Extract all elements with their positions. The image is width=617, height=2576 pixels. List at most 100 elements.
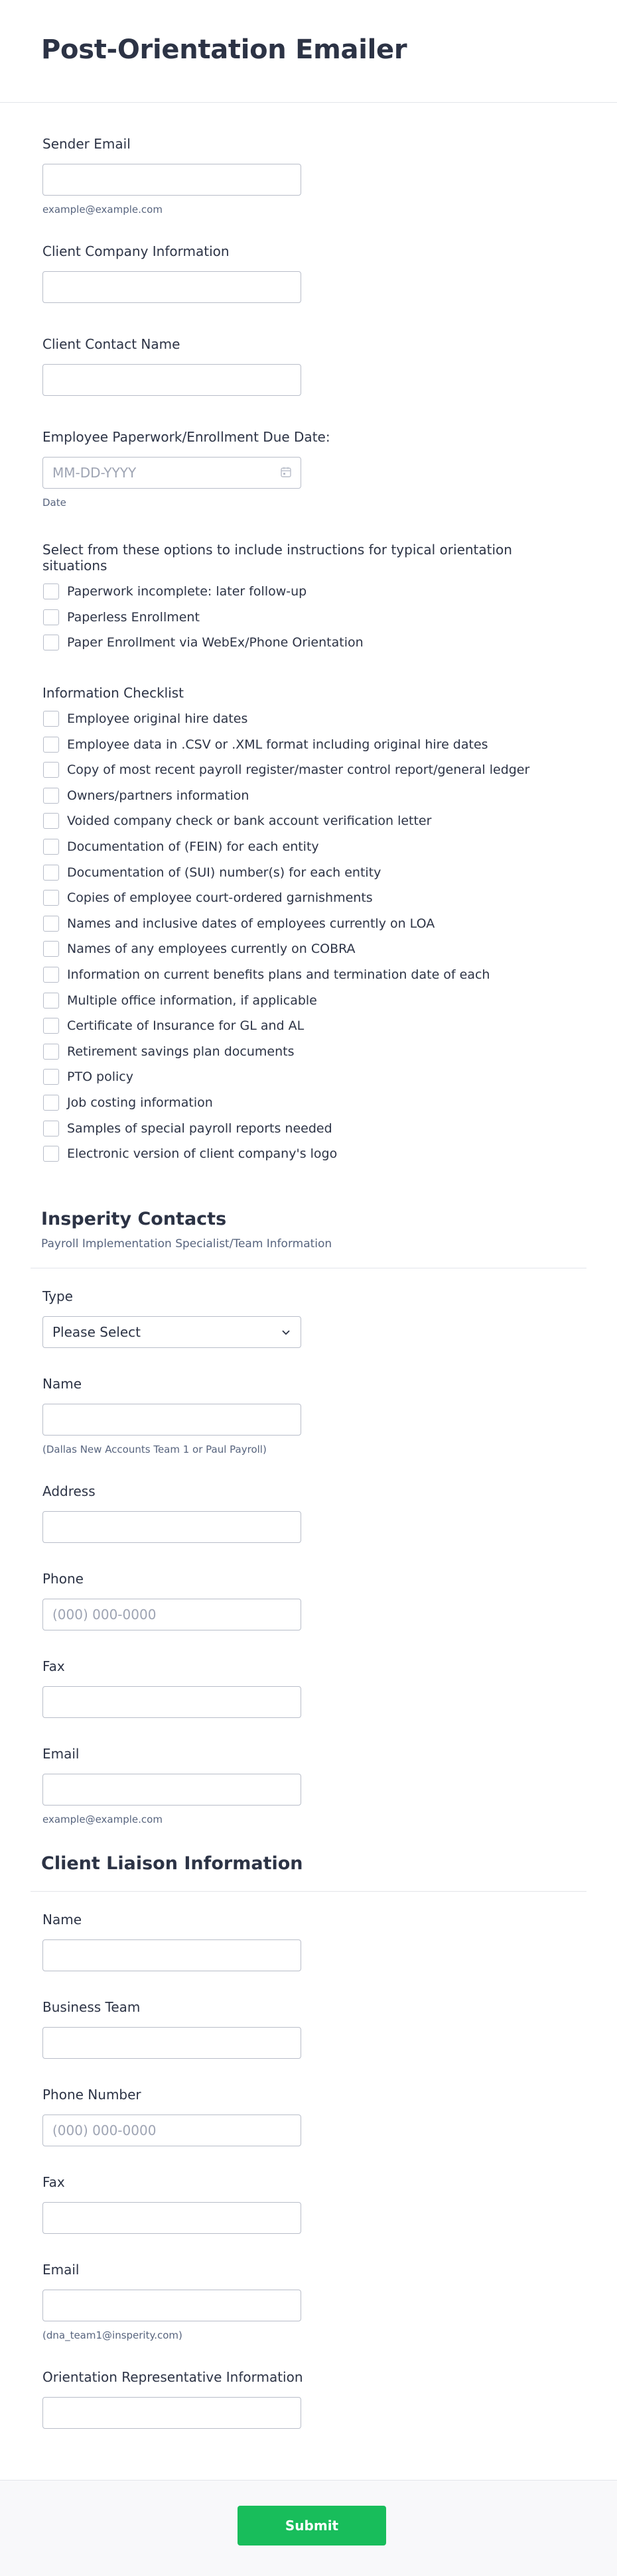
liaison-fields: Name Business Team Phone Number Fax Emai… [0,1912,617,2429]
checkbox-item[interactable]: Paperwork incomplete: later follow-up [42,579,575,605]
page-title: Post-Orientation Emailer [41,34,407,65]
checkbox[interactable] [43,813,59,829]
checkbox-label: Names and inclusive dates of employees c… [67,916,435,931]
checkbox[interactable] [43,839,59,855]
checkbox-item[interactable]: Certificate of Insurance for GL and AL [42,1013,575,1039]
checkbox-label: Paper Enrollment via WebEx/Phone Orienta… [67,635,364,650]
client-company-input[interactable] [42,271,301,303]
due-date-sublabel: Date [42,497,66,509]
due-date-input[interactable] [42,457,301,489]
liaison-name-label: Name [42,1912,82,1928]
checkbox-item[interactable]: Names of any employees currently on COBR… [42,936,575,962]
orientation-options-group: Select from these options to include ins… [42,542,575,656]
checkbox-label: Information on current benefits plans an… [67,967,490,983]
checkbox-item[interactable]: Employee data in .CSV or .XML format inc… [42,731,575,757]
sender-email-input[interactable] [42,164,301,196]
checkbox-label: Documentation of (FEIN) for each entity [67,839,319,855]
sender-email-sublabel: example@example.com [42,204,163,215]
checkbox-item[interactable]: Paperless Enrollment [42,605,575,631]
checkbox[interactable] [43,609,59,625]
checkbox-label: Paperless Enrollment [67,609,200,625]
orientation-rep-input[interactable] [42,2397,301,2429]
checkbox[interactable] [43,787,59,804]
checkbox-label: Job costing information [67,1095,213,1110]
checkbox-item[interactable]: Documentation of (SUI) number(s) for eac… [42,859,575,885]
checkbox[interactable] [43,583,59,600]
client-contact-label: Client Contact Name [42,336,180,352]
form-body: Sender Email example@example.com Client … [0,136,617,1166]
checkbox-item[interactable]: Information on current benefits plans an… [42,962,575,988]
section-divider [31,1891,586,1892]
orientation-options-label: Select from these options to include ins… [42,542,512,574]
checkbox[interactable] [43,915,59,932]
checkbox-item[interactable]: Multiple office information, if applicab… [42,987,575,1013]
checkbox-label: Employee data in .CSV or .XML format inc… [67,737,488,752]
checkbox-item[interactable]: Samples of special payroll reports neede… [42,1115,575,1141]
checkbox[interactable] [43,1069,59,1085]
calendar-icon[interactable] [280,466,292,478]
due-date-wrapper [42,457,301,489]
checkbox-label: Electronic version of client company's l… [67,1146,338,1162]
orientation-options-list: Paperwork incomplete: later follow-up Pa… [42,579,575,656]
liaison-phone-input[interactable] [42,2115,301,2147]
insperity-email-input[interactable] [42,1774,301,1806]
checkbox[interactable] [43,941,59,957]
info-checklist-list: Employee original hire dates Employee da… [42,706,575,1167]
checkbox-label: Owners/partners information [67,788,249,803]
insperity-fax-label: Fax [42,1658,65,1675]
form-page: Post-Orientation Emailer Sender Email ex… [0,0,617,2576]
checkbox-item[interactable]: Electronic version of client company's l… [42,1141,575,1167]
liaison-email-sublabel: (dna_team1@insperity.com) [42,2329,182,2342]
checkbox[interactable] [43,762,59,778]
checkbox-item[interactable]: Owners/partners information [42,783,575,809]
checkbox-label: Voided company check or bank account ver… [67,814,432,829]
form-header: Post-Orientation Emailer [0,0,617,103]
checkbox-item[interactable]: Documentation of (FEIN) for each entity [42,834,575,860]
due-date-label: Employee Paperwork/Enrollment Due Date: [42,429,330,445]
checkbox[interactable] [43,1094,59,1111]
liaison-phone-field: Phone Number [42,2087,575,2147]
client-company-field: Client Company Information [42,243,575,303]
checkbox-item[interactable]: Paper Enrollment via WebEx/Phone Orienta… [42,630,575,656]
checkbox[interactable] [43,890,59,906]
checkbox-item[interactable]: Names and inclusive dates of employees c… [42,911,575,937]
checkbox-item[interactable]: Voided company check or bank account ver… [42,808,575,834]
liaison-name-input[interactable] [42,1939,301,1972]
insperity-address-label: Address [42,1483,96,1500]
insperity-type-select[interactable]: Please Select [42,1316,301,1349]
checkbox[interactable] [43,992,59,1009]
insperity-type-label: Type [42,1288,73,1305]
checkbox[interactable] [43,864,59,881]
checkbox-item[interactable]: Retirement savings plan documents [42,1039,575,1065]
checkbox-item[interactable]: PTO policy [42,1064,575,1090]
checkbox[interactable] [43,736,59,753]
checkbox[interactable] [43,1146,59,1162]
insperity-phone-input[interactable] [42,1599,301,1631]
submit-button[interactable]: Submit [238,2506,386,2545]
checkbox[interactable] [43,967,59,983]
insperity-name-input[interactable] [42,1404,301,1436]
checkbox-label: Retirement savings plan documents [67,1044,295,1059]
checkbox-item[interactable]: Copy of most recent payroll register/mas… [42,757,575,783]
client-contact-input[interactable] [42,364,301,396]
insperity-section-header: Insperity Contacts Payroll Implementatio… [0,1209,617,1251]
insperity-fax-input[interactable] [42,1686,301,1719]
insperity-email-sublabel: example@example.com [42,1813,163,1826]
insperity-address-input[interactable] [42,1511,301,1544]
checkbox[interactable] [43,635,59,651]
liaison-business-team-label: Business Team [42,1999,141,2016]
client-company-label: Client Company Information [42,243,230,259]
checkbox-item[interactable]: Copies of employee court-ordered garnish… [42,885,575,911]
liaison-business-team-input[interactable] [42,2027,301,2059]
info-checklist-label: Information Checklist [42,684,184,701]
liaison-email-input[interactable] [42,2290,301,2322]
checkbox[interactable] [43,711,59,727]
checkbox[interactable] [43,1018,59,1034]
checkbox[interactable] [43,1120,59,1136]
form-footer: Submit [0,2480,617,2576]
checkbox-item[interactable]: Job costing information [42,1090,575,1116]
checkbox[interactable] [43,1043,59,1060]
liaison-fax-input[interactable] [42,2202,301,2235]
checkbox-item[interactable]: Employee original hire dates [42,706,575,732]
insperity-phone-field: Phone [42,1571,575,1631]
